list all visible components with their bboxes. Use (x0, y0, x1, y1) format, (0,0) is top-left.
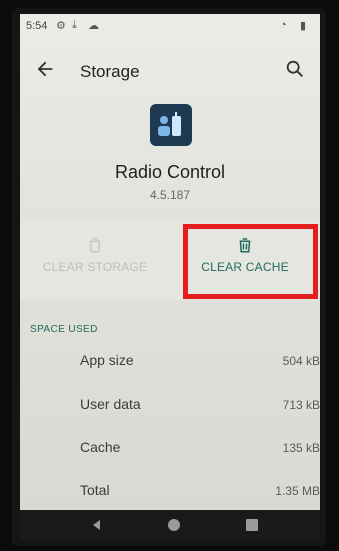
space-row-user-data: User data 713 kB (20, 396, 320, 436)
nav-recents-icon[interactable] (246, 519, 258, 531)
nav-back-icon[interactable] (90, 518, 104, 532)
row-label: User data (80, 396, 141, 412)
wifi-icon: ◔ (280, 19, 287, 31)
search-icon[interactable] (284, 58, 306, 80)
download-icon: ⤓ (72, 19, 77, 31)
battery-icon: ▮ (300, 20, 307, 32)
clear-cache-highlight (183, 224, 318, 299)
app-bar: Storage (20, 48, 320, 92)
row-value: 1.35 MB (275, 484, 320, 498)
trash-icon (89, 238, 101, 253)
status-time: 5:54 (26, 20, 48, 32)
status-bar: 5:54 ⚙ ⤓ ☁ ◔ ▮ (20, 14, 320, 38)
nav-home-icon[interactable] (168, 519, 180, 531)
app-name: Radio Control (114, 162, 226, 182)
app-version: 4.5.187 (149, 188, 191, 202)
row-value: 713 kB (282, 398, 320, 412)
app-icon (150, 104, 192, 146)
radio-person-icon (158, 112, 181, 136)
nav-bar (20, 510, 320, 540)
clear-storage-button[interactable]: CLEAR STORAGE (20, 220, 170, 300)
row-value: 135 kB (282, 441, 320, 455)
back-icon[interactable] (34, 58, 56, 80)
space-used-header: SPACE USED (30, 324, 98, 335)
clear-storage-label: CLEAR STORAGE (42, 260, 148, 274)
space-row-cache: Cache 135 kB (20, 439, 320, 479)
row-value: 504 kB (282, 354, 320, 368)
row-label: Total (80, 482, 110, 498)
settings-gear-icon: ⚙ (56, 20, 66, 32)
space-row-app-size: App size 504 kB (20, 352, 320, 392)
row-label: App size (80, 352, 134, 368)
page-title: Storage (80, 62, 140, 81)
cloud-icon: ☁ (88, 20, 99, 32)
row-label: Cache (80, 439, 121, 455)
